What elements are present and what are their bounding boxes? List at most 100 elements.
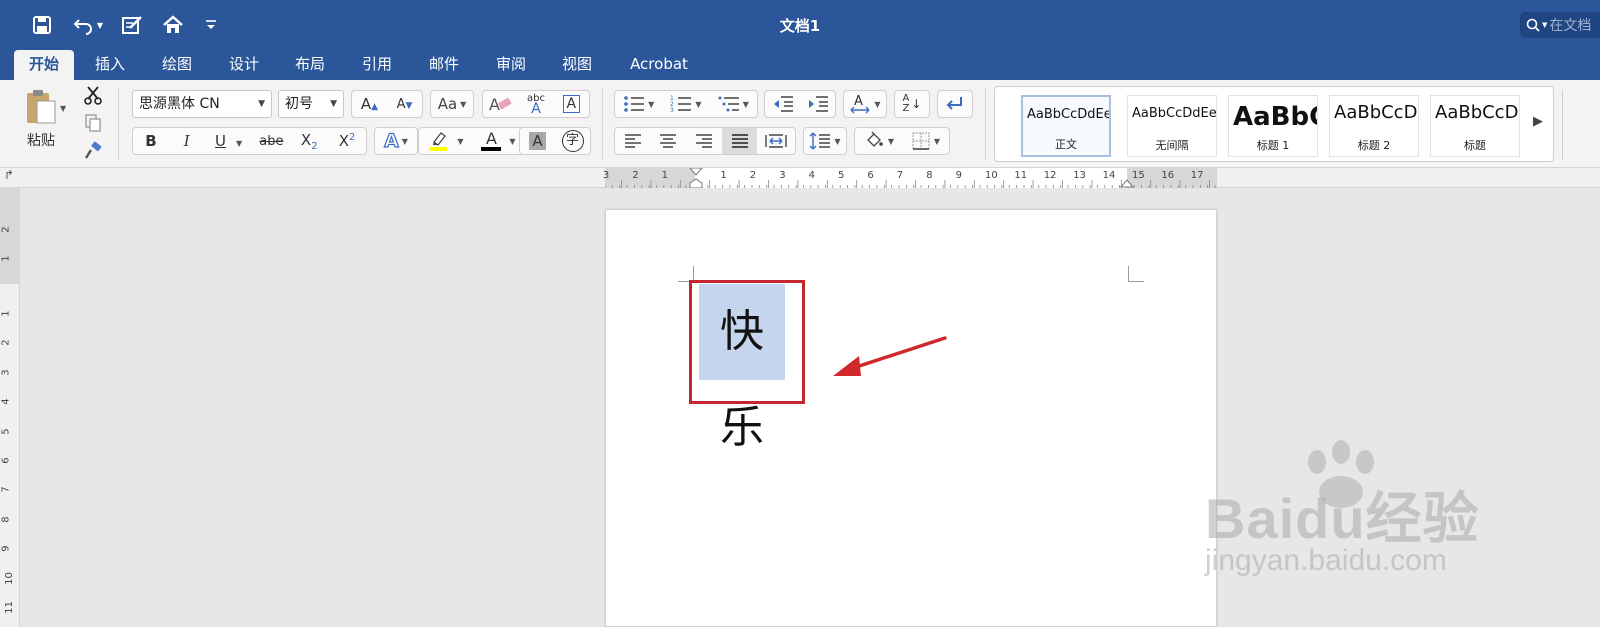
tab-layout[interactable]: 布局 [284, 50, 336, 80]
right-indent-marker-icon[interactable] [1120, 178, 1134, 188]
search-input[interactable]: ▼ 在文档 [1520, 12, 1600, 38]
tab-acrobat[interactable]: Acrobat [622, 50, 696, 80]
font-color-button[interactable]: A ▼ [472, 131, 525, 151]
document-page[interactable]: 快乐 [605, 209, 1217, 627]
bold-button[interactable]: B [133, 132, 169, 150]
bullets-button[interactable]: ▼ [615, 95, 662, 113]
styles-pane-button[interactable] [1562, 90, 1600, 160]
justify-icon [731, 134, 748, 148]
style-no-spacing[interactable]: AaBbCcDdEe 无间隔 [1127, 95, 1217, 157]
ruler-label: 4 [0, 398, 12, 405]
tab-view[interactable]: 视图 [551, 50, 603, 80]
ruler-label: 7 [896, 170, 904, 181]
align-left-icon [624, 134, 641, 148]
indent-marker-icon[interactable] [689, 168, 703, 188]
enclose-characters-button[interactable]: 字 [555, 130, 590, 152]
copy-button[interactable] [80, 110, 106, 136]
multilevel-list-button[interactable]: ▼ [710, 95, 757, 113]
character-shading-button[interactable]: A [520, 132, 555, 150]
subscript-button[interactable]: X2 [290, 131, 328, 152]
arrow-down-icon: ↓ [911, 97, 922, 111]
style-heading-1[interactable]: AaBbC 标题 1 [1228, 95, 1318, 157]
superscript-mark: 2 [349, 132, 356, 143]
numbering-button[interactable]: 1 2 3 ▼ [662, 95, 709, 113]
sort-button[interactable]: AZ ↓ [894, 90, 930, 118]
format-painter-button[interactable] [80, 138, 106, 164]
cut-button[interactable] [80, 82, 106, 108]
ruler-label: 5 [0, 427, 12, 435]
asian-layout-button[interactable]: A ▼ [843, 90, 887, 118]
ruler-label: 2 [0, 339, 12, 347]
character-border-button[interactable]: A [554, 95, 589, 113]
ruler-label: 17 [1190, 170, 1204, 181]
sort-icon: AZ [903, 94, 910, 114]
decrease-indent-button[interactable] [765, 95, 800, 113]
ruler-label: 4 [808, 170, 815, 181]
change-case-button[interactable]: Aa ▼ [430, 90, 474, 118]
tab-draw[interactable]: 绘图 [151, 50, 203, 80]
justify-button[interactable] [721, 128, 758, 154]
ribbon-tabs: 开始 插入 绘图 设计 布局 引用 邮件 审阅 视图 Acrobat [0, 50, 1600, 80]
italic-button[interactable]: I [169, 132, 205, 150]
strikethrough-button[interactable]: abe [252, 134, 290, 149]
chevron-down-icon: ▼ [742, 99, 749, 109]
chevron-down-icon: ▼ [258, 99, 265, 109]
save-icon[interactable] [28, 10, 56, 40]
font-family-value: 思源黑体 CN [139, 96, 220, 112]
style-normal[interactable]: AaBbCcDdEe 正文 [1021, 95, 1111, 157]
tab-insert[interactable]: 插入 [84, 50, 136, 80]
edit-document-icon[interactable] [118, 10, 148, 40]
tab-selector-icon[interactable]: ↱ [4, 168, 14, 182]
line-spacing-button[interactable]: ▼ [803, 127, 847, 155]
ruler-label: 1 [720, 170, 727, 181]
home-icon[interactable] [158, 10, 188, 40]
subscript-label: X [300, 130, 312, 149]
tab-design[interactable]: 设计 [218, 50, 270, 80]
align-center-button[interactable] [651, 134, 687, 148]
ruler-label: 1 [0, 310, 12, 317]
increase-indent-button[interactable] [800, 95, 835, 113]
superscript-label: X [338, 132, 350, 150]
phonetic-sub-label: A [531, 101, 541, 117]
tab-mailings[interactable]: 邮件 [418, 50, 470, 80]
grow-font-button[interactable]: A▲ [352, 95, 387, 113]
bullet-list-icon [624, 96, 645, 112]
customize-toolbar-icon[interactable] [200, 10, 222, 40]
align-right-button[interactable] [686, 134, 722, 148]
horizontal-ruler[interactable]: 3 2 1 1 2 3 4 5 6 7 8 9 10 11 12 13 14 15 16 17 [603, 168, 1217, 188]
font-color-label: A [485, 129, 497, 148]
font-family-select[interactable]: 思源黑体 CN ▼ [132, 90, 272, 118]
style-name: 标题 2 [1357, 139, 1391, 152]
underline-button[interactable]: U ▼ [205, 132, 253, 150]
distribute-icon [765, 134, 787, 148]
phonetic-guide-button[interactable]: abc A [518, 94, 553, 117]
gallery-next-icon[interactable]: ▶ [1533, 114, 1543, 129]
clear-formatting-button[interactable]: A [483, 94, 518, 114]
paste-button[interactable]: 粘贴 [12, 84, 70, 154]
style-title[interactable]: AaBbCcD 标题 [1430, 95, 1520, 157]
svg-text:A: A [489, 95, 500, 114]
distributed-button[interactable] [757, 134, 795, 148]
text-effects-button[interactable]: A ▼ [374, 127, 418, 155]
shrink-font-button[interactable]: A▼ [387, 97, 422, 112]
borders-button[interactable]: ▼ [902, 131, 949, 151]
style-heading-2[interactable]: AaBbCcD 标题 2 [1329, 95, 1419, 157]
shading-button[interactable]: ▼ [855, 131, 902, 151]
ruler-label: 12 [1043, 170, 1057, 181]
font-size-select[interactable]: 初号 ▼ [278, 90, 344, 118]
tab-references[interactable]: 引用 [351, 50, 403, 80]
superscript-button[interactable]: X2 [328, 132, 366, 150]
search-icon [1526, 18, 1540, 32]
paste-options-chevron-icon[interactable]: ▼ [60, 104, 66, 113]
undo-button[interactable]: ▼ [68, 10, 108, 40]
tab-home[interactable]: 开始 [14, 50, 74, 80]
sort-z-label: Z [902, 103, 910, 114]
chevron-down-icon: ▼ [648, 99, 655, 109]
tab-review[interactable]: 审阅 [485, 50, 537, 80]
chevron-down-icon: ▼ [834, 136, 841, 146]
vertical-ruler[interactable]: 2 1 1 2 3 4 5 6 7 8 9 10 11 [0, 188, 20, 627]
highlight-button[interactable]: ▼ [419, 130, 472, 152]
show-marks-button[interactable] [937, 90, 973, 118]
ruler-label: 10 [3, 571, 15, 585]
align-left-button[interactable] [615, 134, 651, 148]
